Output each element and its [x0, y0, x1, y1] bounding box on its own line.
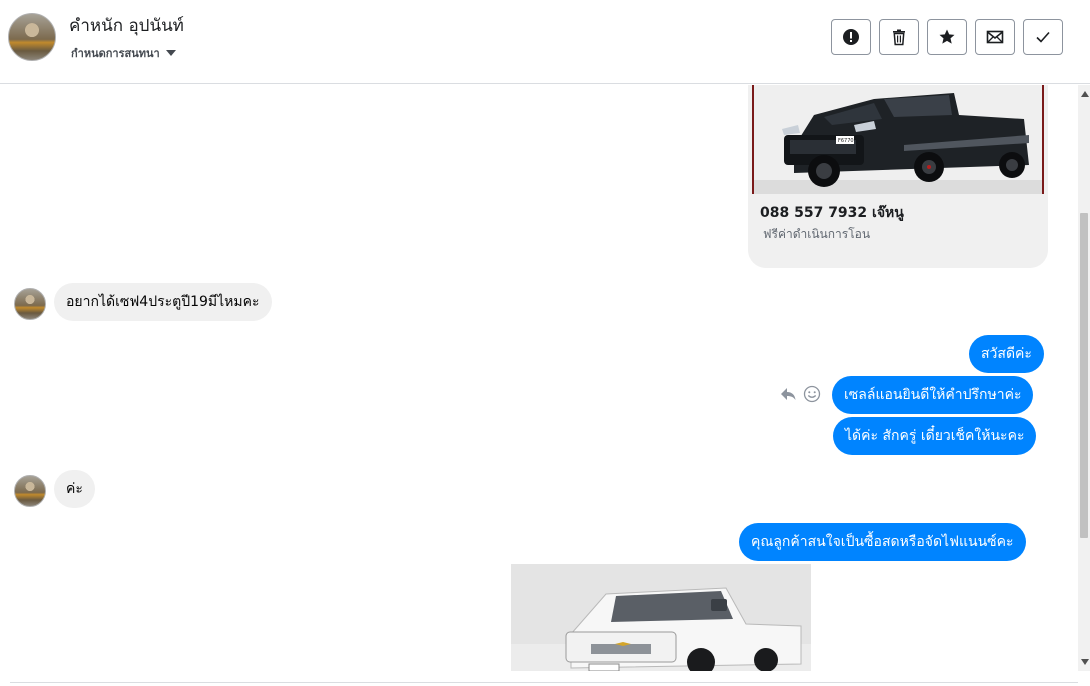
reply-icon[interactable]	[779, 385, 797, 403]
star-button[interactable]	[927, 19, 967, 55]
scroll-down-arrow-icon[interactable]	[1081, 659, 1089, 665]
check-icon	[1036, 31, 1050, 43]
card-subtitle: ฟรีค่าดำเนินการโอน	[763, 227, 871, 241]
message-bubble-incoming[interactable]: อยากได้เซฟ4ประตูปี19มีไหมคะ	[54, 283, 272, 321]
envelope-icon	[986, 30, 1004, 44]
alert-icon	[843, 29, 859, 45]
message-bubble-outgoing[interactable]: คุณลูกค้าสนใจเป็นซื้อสดหรือจัดไฟแนนซ์คะ	[739, 523, 1026, 561]
message-bubble-outgoing[interactable]: สวัสดีค่ะ	[969, 335, 1044, 373]
chevron-down-icon	[165, 50, 176, 56]
mark-done-button[interactable]	[1023, 19, 1063, 55]
pickup-truck-image	[511, 564, 811, 671]
message-bubble-outgoing[interactable]: ได้ค่ะ สักครู่ เดี๋ยวเช็คให้นะคะ	[833, 417, 1037, 455]
conversation-settings-label: กำหนดการสนทนา	[71, 47, 160, 60]
delete-button[interactable]	[879, 19, 919, 55]
header-actions	[831, 19, 1063, 55]
message-hover-tools	[779, 385, 821, 403]
card-title: 088 557 7932 เจ๊หนู	[760, 205, 904, 221]
plate-text: F6770	[838, 138, 854, 144]
message-bubble-outgoing[interactable]: เซลล์แอนยินดีให้คำปรึกษาค่ะ	[832, 376, 1034, 414]
mark-unread-button[interactable]	[975, 19, 1015, 55]
sender-avatar[interactable]	[14, 475, 46, 507]
mark-spam-button[interactable]	[831, 19, 871, 55]
conversation-settings-dropdown[interactable]: กำหนดการสนทนา	[71, 44, 176, 62]
sender-avatar[interactable]	[14, 288, 46, 320]
scroll-up-arrow-icon[interactable]	[1081, 91, 1089, 97]
pickup-truck-image: F6770	[754, 85, 1042, 194]
emoji-react-icon[interactable]	[803, 385, 821, 403]
message-bubble-incoming[interactable]: ค่ะ	[54, 470, 95, 508]
thread-scrollbar[interactable]	[1078, 85, 1090, 671]
star-icon	[939, 29, 955, 44]
conversation-header: คำหนัก อุปนันท์ กำหนดการสนทนา	[0, 0, 1090, 84]
scroll-thumb[interactable]	[1080, 213, 1088, 538]
trash-icon	[893, 29, 905, 46]
contact-name[interactable]: คำหนัก อุปนันท์	[69, 12, 184, 39]
white-pickup-photo[interactable]	[511, 564, 811, 671]
message-thread[interactable]: F6770 088 557 7932 เจ๊หนู ฟรีค่าดำเนินกา…	[0, 85, 1078, 671]
contact-avatar[interactable]	[8, 13, 56, 61]
shared-listing-card[interactable]: F6770 088 557 7932 เจ๊หนู ฟรีค่าดำเนินกา…	[748, 85, 1048, 268]
composer-divider	[10, 682, 1078, 683]
black-pickup-photo[interactable]: F6770	[752, 85, 1044, 194]
